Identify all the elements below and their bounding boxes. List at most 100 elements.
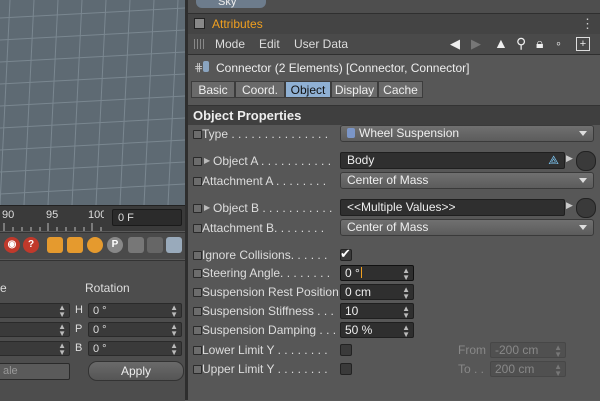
- lower-limit-y-label: Lower Limit Y . . . . . . . .: [202, 343, 328, 357]
- history-icon[interactable]: ◦: [556, 35, 561, 51]
- lower-limit-from-field[interactable]: -200 cm ▲ ▼: [490, 342, 566, 359]
- from-label: From: [458, 343, 486, 357]
- suspension-damping-field[interactable]: 50 % ▲ ▼: [340, 322, 414, 339]
- help-icon[interactable]: ?: [23, 237, 39, 253]
- animate-dot[interactable]: [193, 326, 202, 335]
- suspension-rest-position-field[interactable]: 0 cm ▲ ▼: [340, 284, 414, 301]
- up-arrow-icon[interactable]: ▲: [494, 35, 508, 51]
- animate-dot[interactable]: [193, 157, 202, 166]
- apply-button[interactable]: Apply: [88, 361, 184, 381]
- attribute-manager: Sky Attributes ⋮ Mode Edit User Data ◀ ▶…: [188, 0, 600, 400]
- tab-cache[interactable]: Cache: [378, 81, 423, 98]
- sky-object-label: Sky: [218, 0, 237, 8]
- suspension-damping-label: Suspension Damping . . . .: [202, 323, 343, 337]
- upper-limit-to-field[interactable]: 200 cm ▲ ▼: [490, 361, 566, 378]
- suspension-stiffness-label: Suspension Stiffness . . .: [202, 304, 334, 318]
- suspension-stiffness-field[interactable]: 10 ▲ ▼: [340, 303, 414, 320]
- attachment-b-label: Attachment B. . . . . . . .: [202, 221, 325, 235]
- to-label: To . .: [458, 362, 485, 376]
- timeline-tick-label: 95: [46, 209, 59, 221]
- steering-angle-row: Steering Angle. . . . . . . . 0 ° ▲ ▼: [188, 264, 600, 282]
- object-manager-strip: Sky: [188, 0, 600, 13]
- type-label: Type . . . . . . . . . . . . . . .: [202, 127, 329, 141]
- viewport-grid: [0, 0, 185, 205]
- animate-dot[interactable]: [193, 177, 202, 186]
- object-b-link-field[interactable]: <<Multiple Values>>: [340, 199, 565, 216]
- forward-arrow-icon[interactable]: ▶: [471, 36, 481, 52]
- animate-dot[interactable]: [193, 365, 202, 374]
- link-arrow-icon[interactable]: ▶: [566, 153, 573, 164]
- tab-display[interactable]: Display: [331, 81, 378, 98]
- tab-coord[interactable]: Coord.: [235, 81, 285, 98]
- type-dropdown[interactable]: Wheel Suspension: [340, 125, 594, 142]
- menu-user-data[interactable]: User Data: [294, 37, 348, 51]
- grid-icon[interactable]: [128, 237, 144, 253]
- rotate-icon[interactable]: [87, 237, 103, 253]
- steering-angle-field[interactable]: 0 ° ▲ ▼: [340, 265, 414, 282]
- pick-object-icon[interactable]: [576, 151, 596, 171]
- timeline-tick-label: 100: [88, 209, 104, 221]
- move-icon[interactable]: [47, 237, 63, 253]
- new-panel-icon[interactable]: +: [576, 37, 590, 51]
- scale-icon[interactable]: [67, 237, 83, 253]
- axis-label: B: [75, 342, 83, 354]
- lock-icon[interactable]: 🔒︎: [536, 35, 543, 52]
- animate-dot[interactable]: [193, 130, 202, 139]
- steering-angle-label: Steering Angle. . . . . . . .: [202, 266, 331, 280]
- dope-sheet-icon[interactable]: [166, 237, 182, 253]
- size-field[interactable]: ▲ ▼: [0, 341, 70, 357]
- animate-dot[interactable]: [193, 224, 202, 233]
- animate-dot[interactable]: [193, 269, 202, 278]
- upper-limit-y-checkbox[interactable]: [340, 363, 352, 375]
- animate-dot[interactable]: [193, 251, 202, 260]
- attachment-b-dropdown[interactable]: Center of Mass: [340, 219, 594, 236]
- key-icon[interactable]: [147, 237, 163, 253]
- coord-mode-dropdown[interactable]: ale: [0, 363, 70, 380]
- attachment-a-label: Attachment A . . . . . . . .: [202, 174, 327, 188]
- checkmark-icon: ✔: [340, 246, 351, 261]
- rotation-column-header: Rotation: [85, 281, 130, 295]
- object-header: ⋕ Connector (2 Elements) [Connector, Con…: [188, 56, 600, 78]
- suspension-stiffness-row: Suspension Stiffness . . . 10 ▲ ▼: [188, 302, 600, 320]
- object-a-link-field[interactable]: Body ⟁: [340, 152, 565, 169]
- animate-dot[interactable]: [193, 346, 202, 355]
- lower-limit-y-row: Lower Limit Y . . . . . . . . From -200 …: [188, 341, 600, 359]
- panel-options-icon[interactable]: ⋮: [581, 16, 594, 32]
- expand-triangle-icon[interactable]: ▶: [204, 156, 210, 165]
- animate-dot[interactable]: [193, 288, 202, 297]
- animate-dot[interactable]: [193, 307, 202, 316]
- tab-basic[interactable]: Basic: [191, 81, 235, 98]
- rotation-b-field[interactable]: 0 ° ▲ ▼: [88, 341, 182, 357]
- attachment-a-row: Attachment A . . . . . . . . Center of M…: [188, 172, 600, 190]
- tab-object[interactable]: Object: [285, 81, 331, 98]
- current-frame-field[interactable]: 0 F: [112, 209, 182, 226]
- object-a-label: Object A . . . . . . . . . . .: [213, 154, 332, 168]
- object-b-label: Object B . . . . . . . . . . .: [213, 201, 333, 215]
- param-icon[interactable]: P: [107, 237, 123, 253]
- panel-menu-icon[interactable]: [194, 18, 205, 29]
- viewport[interactable]: [0, 0, 185, 205]
- search-icon[interactable]: ⚲: [516, 35, 526, 52]
- menu-mode[interactable]: Mode: [215, 37, 245, 51]
- connector-icon: ⋕: [194, 62, 204, 74]
- back-arrow-icon[interactable]: ◀: [450, 36, 460, 52]
- link-arrow-icon[interactable]: ▶: [566, 200, 573, 211]
- rotation-p-field[interactable]: 0 ° ▲ ▼: [88, 322, 182, 338]
- size-field[interactable]: ▲ ▼: [0, 303, 70, 319]
- attachment-a-dropdown[interactable]: Center of Mass: [340, 172, 594, 189]
- suspension-rest-position-label: Suspension Rest Position: [202, 285, 339, 299]
- pick-object-icon[interactable]: [576, 198, 596, 218]
- animate-dot[interactable]: [193, 204, 202, 213]
- menu-edit[interactable]: Edit: [259, 37, 280, 51]
- section-title: Object Properties: [193, 108, 302, 123]
- size-field[interactable]: ▲ ▼: [0, 322, 70, 338]
- coord-row: ▲ ▼ B 0 ° ▲ ▼: [0, 341, 185, 358]
- expand-triangle-icon[interactable]: ▶: [204, 203, 210, 212]
- body-object-icon: ⟁: [548, 153, 559, 167]
- lower-limit-y-checkbox[interactable]: [340, 344, 352, 356]
- object-a-row: ▶ Object A . . . . . . . . . . . Body ⟁ …: [188, 151, 600, 171]
- record-icon[interactable]: ◉: [4, 237, 20, 253]
- rotation-h-field[interactable]: 0 ° ▲ ▼: [88, 303, 182, 319]
- upper-limit-y-row: Upper Limit Y . . . . . . . . To . . 200…: [188, 360, 600, 378]
- section-header: Object Properties: [188, 105, 600, 125]
